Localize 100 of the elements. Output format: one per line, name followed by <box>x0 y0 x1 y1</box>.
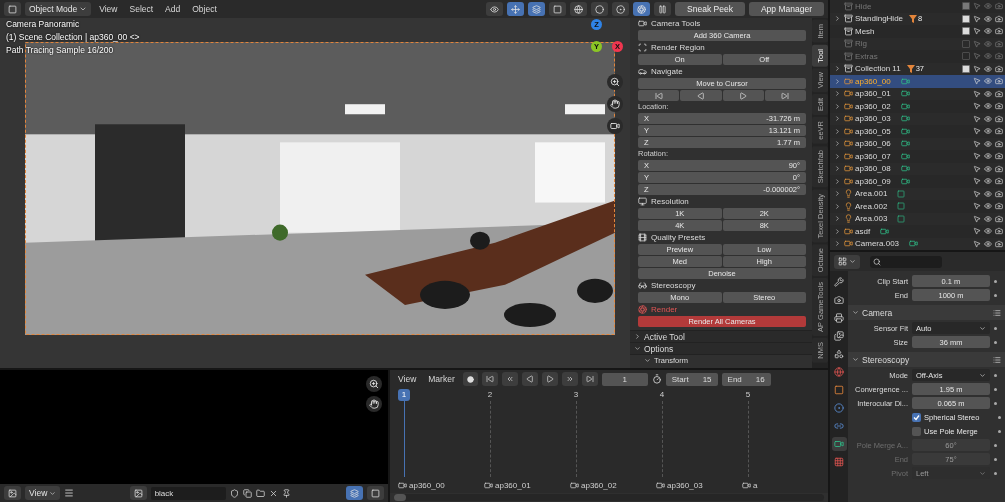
checkbox[interactable] <box>962 27 970 36</box>
viewport-toggle[interactable] <box>591 2 609 16</box>
keyframe-dot[interactable] <box>994 293 997 297</box>
zoom-button[interactable] <box>366 376 382 392</box>
keyframe-dot[interactable] <box>994 471 997 475</box>
pan-button[interactable] <box>366 396 382 412</box>
keyframe-dot[interactable] <box>994 340 997 344</box>
eye-icon[interactable] <box>984 164 992 173</box>
keyframe-dot[interactable] <box>998 415 1001 419</box>
properties-tab[interactable] <box>831 275 847 289</box>
eye-icon[interactable] <box>984 102 992 111</box>
image-name-field[interactable]: black <box>150 486 226 500</box>
copy-icon[interactable] <box>242 488 252 498</box>
eye-icon[interactable] <box>984 77 992 86</box>
checkbox[interactable] <box>962 14 970 23</box>
eye-icon[interactable] <box>984 89 992 98</box>
menu-item[interactable]: Marker <box>424 374 459 384</box>
camera-icon[interactable] <box>995 127 1003 136</box>
eye-icon[interactable] <box>984 114 992 123</box>
camera-icon[interactable] <box>995 77 1003 86</box>
pan-button[interactable] <box>607 96 623 112</box>
keyframe-dot[interactable] <box>994 326 997 330</box>
folder-icon[interactable] <box>255 488 265 498</box>
next-camera-button[interactable] <box>722 90 764 101</box>
keyframe-dot[interactable] <box>998 429 1001 433</box>
search-field[interactable] <box>870 255 942 268</box>
menu-item[interactable]: View <box>394 374 421 384</box>
properties-tab[interactable] <box>831 437 847 451</box>
eye-icon[interactable] <box>984 177 992 186</box>
end-frame-field[interactable]: End 16 <box>721 372 771 386</box>
keyframe-dot[interactable] <box>994 457 997 461</box>
viewport-toggle[interactable] <box>549 2 567 16</box>
eye-icon[interactable] <box>984 27 992 36</box>
menu-item[interactable]: Select <box>125 4 158 14</box>
properties-tab[interactable] <box>831 293 847 307</box>
keyframe-dot[interactable] <box>994 279 997 283</box>
jump-start-button[interactable] <box>481 372 498 386</box>
camera-icon[interactable] <box>995 177 1003 186</box>
current-frame-field[interactable]: 1 <box>601 372 648 386</box>
timeline-marker[interactable]: ap360_00 <box>398 477 484 493</box>
last-camera-button[interactable] <box>764 90 806 101</box>
eye-icon[interactable] <box>984 239 992 248</box>
menu-item[interactable]: Add <box>161 4 185 14</box>
viewport-toggle[interactable] <box>486 2 504 16</box>
frame-number[interactable]: 5 <box>742 389 754 401</box>
properties-tab[interactable] <box>831 311 847 325</box>
viewport-toggle[interactable] <box>507 2 525 16</box>
stopwatch-icon[interactable] <box>651 374 662 384</box>
pin-icon[interactable] <box>281 488 291 498</box>
camera-view-button[interactable] <box>607 118 623 134</box>
image-browse-button[interactable] <box>129 486 147 500</box>
record-button[interactable] <box>462 372 478 386</box>
timeline-marker[interactable]: ap360_03 <box>656 477 742 493</box>
panel-header[interactable]: Stereoscopy <box>848 352 1005 367</box>
camera-icon[interactable] <box>995 189 1003 198</box>
camera-icon[interactable] <box>995 102 1003 111</box>
frame-number[interactable]: 3 <box>570 389 582 401</box>
mode-dropdown[interactable]: Object Mode <box>25 2 92 16</box>
first-camera-button[interactable] <box>638 90 680 101</box>
panel-header[interactable]: Options <box>630 342 812 354</box>
frame-number[interactable]: 2 <box>484 389 496 401</box>
eye-icon[interactable] <box>984 127 992 136</box>
eye-icon[interactable] <box>984 14 992 23</box>
camera-icon[interactable] <box>995 14 1003 23</box>
keyframe-dot[interactable] <box>994 387 997 391</box>
keyframe-dot[interactable] <box>994 373 997 377</box>
zoom-button[interactable] <box>607 74 623 90</box>
play-reverse-button[interactable] <box>521 372 538 386</box>
keyframe-dot[interactable] <box>994 401 997 405</box>
viewport-toggle[interactable] <box>528 2 546 16</box>
menu-item[interactable]: Object <box>188 4 221 14</box>
editor-type-button[interactable] <box>4 486 21 500</box>
viewport-toggle[interactable] <box>570 2 588 16</box>
properties-tab[interactable] <box>831 365 847 379</box>
play-button[interactable] <box>541 372 558 386</box>
camera-icon[interactable] <box>995 64 1003 73</box>
keyframe-dot[interactable] <box>994 443 997 447</box>
menu-icon[interactable] <box>64 488 75 498</box>
camera-icon[interactable] <box>995 139 1003 148</box>
display-dropdown[interactable] <box>367 486 384 500</box>
jump-end-button[interactable] <box>581 372 598 386</box>
timeline-marker[interactable]: ap360_01 <box>484 477 570 493</box>
eye-icon[interactable] <box>984 152 992 161</box>
next-key-button[interactable] <box>561 372 578 386</box>
camera-icon[interactable] <box>995 89 1003 98</box>
frame-number[interactable]: 1 <box>398 389 410 401</box>
panel-header[interactable]: Camera <box>848 305 1005 320</box>
previous-camera-button[interactable] <box>680 90 722 101</box>
eye-icon[interactable] <box>984 227 992 236</box>
editor-type-button[interactable] <box>4 2 21 16</box>
start-frame-field[interactable]: Start 15 <box>665 372 718 386</box>
properties-tab[interactable] <box>831 329 847 343</box>
previous-key-button[interactable] <box>501 372 518 386</box>
camera-icon[interactable] <box>995 239 1003 248</box>
panel-header[interactable]: Active Tool <box>630 330 812 342</box>
shield-icon[interactable] <box>229 488 239 498</box>
editor-type-button[interactable] <box>834 254 860 269</box>
eye-icon[interactable] <box>984 64 992 73</box>
menu-item[interactable]: View <box>95 4 122 14</box>
pause-button[interactable] <box>654 2 672 16</box>
